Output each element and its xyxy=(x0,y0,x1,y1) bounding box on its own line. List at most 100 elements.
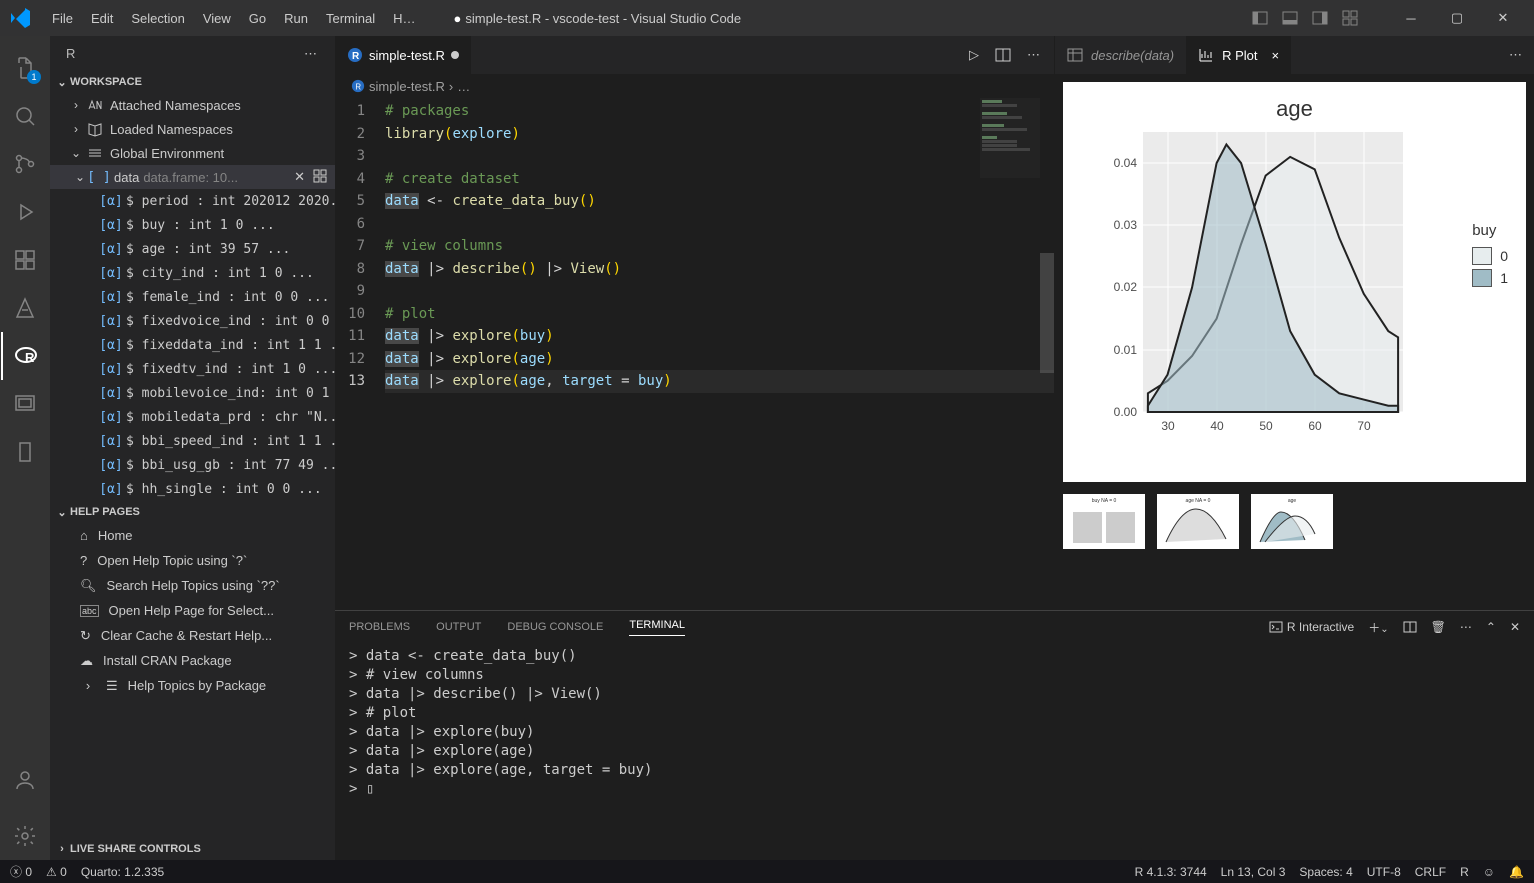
view-grid-icon[interactable] xyxy=(313,169,327,186)
more-icon[interactable]: ⋯ xyxy=(1460,620,1472,634)
attached-namespaces[interactable]: ›Attached Namespaces xyxy=(50,93,335,117)
status-encoding[interactable]: UTF-8 xyxy=(1367,865,1401,879)
breadcrumb[interactable]: R simple-test.R›… xyxy=(335,74,1054,98)
status-eol[interactable]: CRLF xyxy=(1415,865,1446,879)
main-menu: File Edit Selection View Go Run Terminal… xyxy=(44,7,424,30)
loaded-namespaces[interactable]: ›Loaded Namespaces xyxy=(50,117,335,141)
menu-go[interactable]: Go xyxy=(241,7,274,30)
menu-edit[interactable]: Edit xyxy=(83,7,121,30)
sidebar-more-icon[interactable]: ⋯ xyxy=(304,46,319,62)
settings-icon[interactable] xyxy=(1,812,49,860)
bookmark-icon[interactable] xyxy=(1,428,49,476)
layout-grid-icon[interactable] xyxy=(1342,10,1358,26)
describe-tab[interactable]: describe(data) xyxy=(1055,36,1186,74)
status-r[interactable]: R 4.1.3: 3744 xyxy=(1135,865,1207,879)
svg-text:0.04: 0.04 xyxy=(1114,156,1138,170)
global-environment[interactable]: ⌄Global Environment xyxy=(50,141,335,165)
data-field[interactable]: [α]$ age : int 39 57 ... xyxy=(50,237,335,261)
debug-icon[interactable] xyxy=(1,188,49,236)
extensions-icon[interactable] xyxy=(1,236,49,284)
data-field[interactable]: [α]$ female_ind : int 0 0 ... xyxy=(50,285,335,309)
data-field[interactable]: [α]$ fixedvoice_ind : int 0 0 ... xyxy=(50,309,335,333)
tab-output[interactable]: OUTPUT xyxy=(436,621,481,633)
terminal-name[interactable]: R Interactive xyxy=(1269,620,1354,634)
data-variable[interactable]: ⌄[ ] data data.frame: 10... ✕ xyxy=(50,165,335,189)
menu-run[interactable]: Run xyxy=(276,7,316,30)
status-warnings[interactable]: ⚠ 0 xyxy=(46,865,67,879)
layout-icon[interactable] xyxy=(1282,10,1298,26)
tab-debug[interactable]: DEBUG CONSOLE xyxy=(507,621,603,633)
help-install[interactable]: ☁Install CRAN Package xyxy=(50,648,335,673)
close-icon[interactable]: × xyxy=(1272,48,1280,63)
help-search[interactable]: 🔍︎Search Help Topics using `??` xyxy=(50,573,335,598)
split-icon[interactable] xyxy=(995,47,1011,63)
close-panel-icon[interactable]: ✕ xyxy=(1510,620,1520,634)
editor-tab[interactable]: R simple-test.R xyxy=(335,36,471,74)
help-home[interactable]: ⌂Home xyxy=(50,523,335,548)
status-pos[interactable]: Ln 13, Col 3 xyxy=(1221,865,1286,879)
account-icon[interactable] xyxy=(1,756,49,804)
help-restart[interactable]: ↻Clear Cache & Restart Help... xyxy=(50,623,335,648)
layout-icon[interactable] xyxy=(1252,10,1268,26)
minimap[interactable] xyxy=(980,98,1040,178)
help-by-package[interactable]: ›☰Help Topics by Package xyxy=(50,673,335,698)
close-icon[interactable]: ✕ xyxy=(294,169,305,186)
data-field[interactable]: [α]$ fixeddata_ind : int 1 1 ... xyxy=(50,333,335,357)
more-icon[interactable]: ⋯ xyxy=(1509,47,1522,63)
source-control-icon[interactable] xyxy=(1,140,49,188)
trash-icon[interactable]: 🗑 xyxy=(1431,620,1446,634)
maximize-panel-icon[interactable]: ⌃ xyxy=(1486,620,1496,634)
remote-icon[interactable] xyxy=(1,380,49,428)
data-field[interactable]: [α]$ bbi_usg_gb : int 77 49 ... xyxy=(50,453,335,477)
menu-view[interactable]: View xyxy=(195,7,239,30)
minimize-button[interactable]: ─ xyxy=(1388,0,1434,36)
data-field[interactable]: [α]$ mobilevoice_ind: int 0 1 ... xyxy=(50,381,335,405)
menu-terminal[interactable]: Terminal xyxy=(318,7,383,30)
tab-problems[interactable]: PROBLEMS xyxy=(349,621,410,633)
layout-icon[interactable] xyxy=(1312,10,1328,26)
run-icon[interactable]: ▷ xyxy=(969,47,979,63)
menu-file[interactable]: File xyxy=(44,7,81,30)
close-button[interactable]: ✕ xyxy=(1480,0,1526,36)
split-icon[interactable] xyxy=(1403,620,1417,634)
terminal-output[interactable]: > data <- create_data_buy()> # view colu… xyxy=(335,643,1534,803)
workspace-section[interactable]: ⌄WORKSPACE xyxy=(50,71,335,93)
code-editor[interactable]: 12345678910111213 # packages library(exp… xyxy=(335,98,1054,610)
data-field[interactable]: [α]$ mobiledata_prd : chr "N... xyxy=(50,405,335,429)
help-section[interactable]: ⌄HELP PAGES xyxy=(50,501,335,523)
data-field[interactable]: [α]$ fixedtv_ind : int 1 0 ... xyxy=(50,357,335,381)
search-icon[interactable] xyxy=(1,92,49,140)
refresh-icon: ↻ xyxy=(80,628,91,644)
r-icon[interactable]: R xyxy=(1,332,49,380)
status-spaces[interactable]: Spaces: 4 xyxy=(1299,865,1352,879)
help-open-topic[interactable]: ?Open Help Topic using `?` xyxy=(50,548,335,573)
status-errors[interactable]: ⓧ 0 xyxy=(10,863,32,880)
data-field[interactable]: [α]$ city_ind : int 1 0 ... xyxy=(50,261,335,285)
data-field[interactable]: [α]$ hh_single : int 0 0 ... xyxy=(50,477,335,501)
feedback-icon[interactable]: ☺ xyxy=(1483,865,1495,879)
explorer-icon[interactable]: 1 xyxy=(1,44,49,92)
r-file-icon: R xyxy=(351,79,365,93)
activity-bar: 1 R xyxy=(0,36,50,860)
data-field[interactable]: [α]$ buy : int 1 0 ... xyxy=(50,213,335,237)
data-field[interactable]: [α]$ period : int 202012 2020... xyxy=(50,189,335,213)
status-quarto[interactable]: Quarto: 1.2.335 xyxy=(81,865,164,879)
plot-tab[interactable]: R Plot × xyxy=(1186,36,1291,74)
tab-terminal[interactable]: TERMINAL xyxy=(629,619,685,636)
plot-thumb[interactable]: buy NA = 0 xyxy=(1063,494,1145,549)
liveshare-section[interactable]: ›LIVE SHARE CONTROLS xyxy=(50,838,335,860)
maximize-button[interactable]: ▢ xyxy=(1434,0,1480,36)
data-field[interactable]: [α]$ bbi_speed_ind : int 1 1 ... xyxy=(50,429,335,453)
plot-title: age xyxy=(1063,96,1526,122)
bell-icon[interactable]: 🔔 xyxy=(1509,865,1524,879)
more-icon[interactable]: ⋯ xyxy=(1027,47,1040,63)
menu-help[interactable]: H… xyxy=(385,7,423,30)
plot-thumb[interactable]: age xyxy=(1251,494,1333,549)
plot-thumb[interactable]: age NA = 0 xyxy=(1157,494,1239,549)
menu-selection[interactable]: Selection xyxy=(123,7,192,30)
azure-icon[interactable] xyxy=(1,284,49,332)
scrollbar[interactable] xyxy=(1040,253,1054,373)
status-lang[interactable]: R xyxy=(1460,865,1469,879)
help-open-select[interactable]: abcOpen Help Page for Select... xyxy=(50,598,335,623)
add-terminal-icon[interactable]: ＋⌄ xyxy=(1368,619,1388,636)
